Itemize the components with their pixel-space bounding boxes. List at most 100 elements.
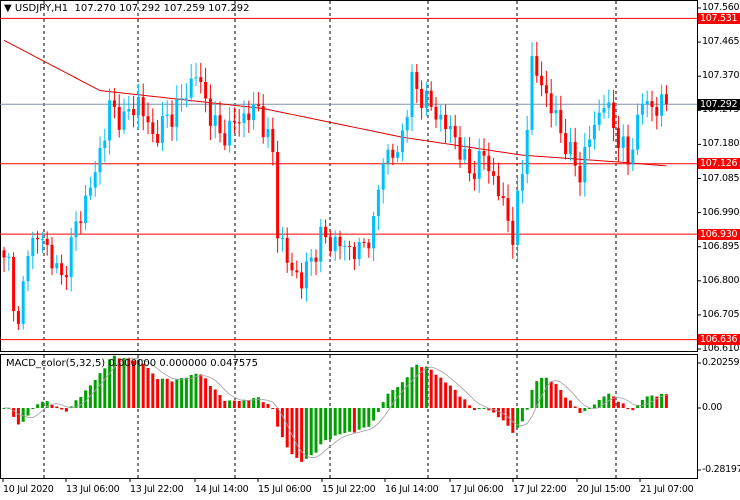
low-value: 107.259 [163,3,205,14]
candle-body [386,149,390,164]
macd-histogram-bar [405,377,409,408]
macd-histogram-bar [477,408,481,409]
macd-histogram-bar [141,363,145,408]
price-tick-label: 107.180 [702,138,740,150]
candle-body [535,56,539,76]
candle-body [343,245,347,247]
candle-body [444,114,448,130]
candle-body [626,136,630,165]
macd-histogram-bar [559,389,563,408]
macd-histogram-bar [429,369,433,408]
macd-histogram-bar [16,408,20,425]
candle-body [352,246,356,260]
candle-body [362,242,366,244]
candle-body [544,85,548,94]
macd-histogram-bar [554,384,558,408]
macd-histogram-bar [348,408,352,432]
macd-histogram-bar [218,395,222,408]
macd-histogram-bar [189,375,193,408]
candle-body [112,100,116,107]
macd-histogram-bar [60,408,64,410]
price-tick-label: 107.370 [702,70,740,82]
time-label: 13 Jul 06:00 [66,484,120,495]
candle-body [64,275,68,278]
macd-histogram-bar [525,408,529,410]
candle-body [376,189,380,216]
macd-histogram-bar [223,400,227,408]
candle-body [357,242,361,260]
candle-body [280,237,284,239]
chart-window[interactable]: ▼ USDJPY,H1 107.270 107.292 107.259 107.… [0,0,740,500]
collapse-triangle-icon[interactable]: ▼ [4,3,15,14]
macd-histogram-bar [568,400,572,408]
candle-body [367,242,371,249]
macd-histogram-bar [146,367,150,408]
candle-body [180,98,184,100]
macd-value-3: 0.047575 [210,358,258,369]
macd-histogram-bar [357,408,361,430]
macd-tick-label: -0.281977 [702,464,740,475]
macd-histogram-bar [352,408,356,433]
candle-body [540,75,544,86]
macd-histogram-bar [98,373,102,408]
macd-histogram-bar [324,408,328,441]
candle-body [655,106,659,116]
macd-histogram-bar [439,377,443,408]
candle-body [487,155,491,172]
candle-body [79,221,83,224]
level-price-tag: 106.636 [698,334,740,346]
price-chart[interactable] [0,0,740,500]
candle-body [189,78,193,98]
candle-body [204,82,208,99]
macd-histogram-bar [343,408,347,433]
candle-body [26,256,30,282]
candle-body [156,133,160,143]
price-tick-label: 106.895 [702,240,740,252]
candle-body [98,148,102,173]
macd-histogram-bar [573,406,577,408]
candle-body [314,257,318,262]
candle-body [549,93,553,114]
macd-histogram-bar [64,408,68,412]
candle-body [256,104,260,107]
candle-body [199,77,203,83]
candle-body [564,133,568,155]
candle-body [664,94,668,105]
candle-body [612,102,616,129]
candle-body [405,117,409,131]
time-label: 16 Jul 14:00 [385,484,439,495]
macd-histogram-bar [261,402,265,408]
candle-body [324,226,328,238]
candle-body [636,114,640,150]
candle-body [434,106,438,120]
time-label: 13 Jul 22:00 [130,484,184,495]
candle-body [660,94,664,116]
candle-body [328,237,332,252]
candle-body [50,244,54,269]
macd-histogram-bar [204,378,208,408]
candle-body [103,140,107,149]
candle-body [218,115,222,134]
macd-histogram-bar [103,368,107,408]
macd-histogram-bar [276,408,280,427]
macd-histogram-bar [376,408,380,412]
candle-body [247,113,251,121]
macd-histogram-bar [453,389,457,408]
macd-histogram-bar [592,404,596,408]
candle-body [151,122,155,134]
macd-histogram-bar [482,407,486,409]
macd-histogram-bar [295,408,299,458]
price-tick-label: 107.560 [702,2,740,13]
candle-body [165,114,169,117]
candle-body [108,100,112,141]
macd-histogram-bar [228,400,232,408]
candle-body [477,150,481,179]
candle-body [650,101,654,107]
candle-body [424,90,428,108]
time-label: 15 Jul 22:00 [322,484,376,495]
candle-body [516,190,520,245]
candle-body [127,109,131,112]
macd-histogram-bar [208,386,212,408]
candle-body [170,114,174,127]
price-tick-label: 106.800 [702,274,740,286]
